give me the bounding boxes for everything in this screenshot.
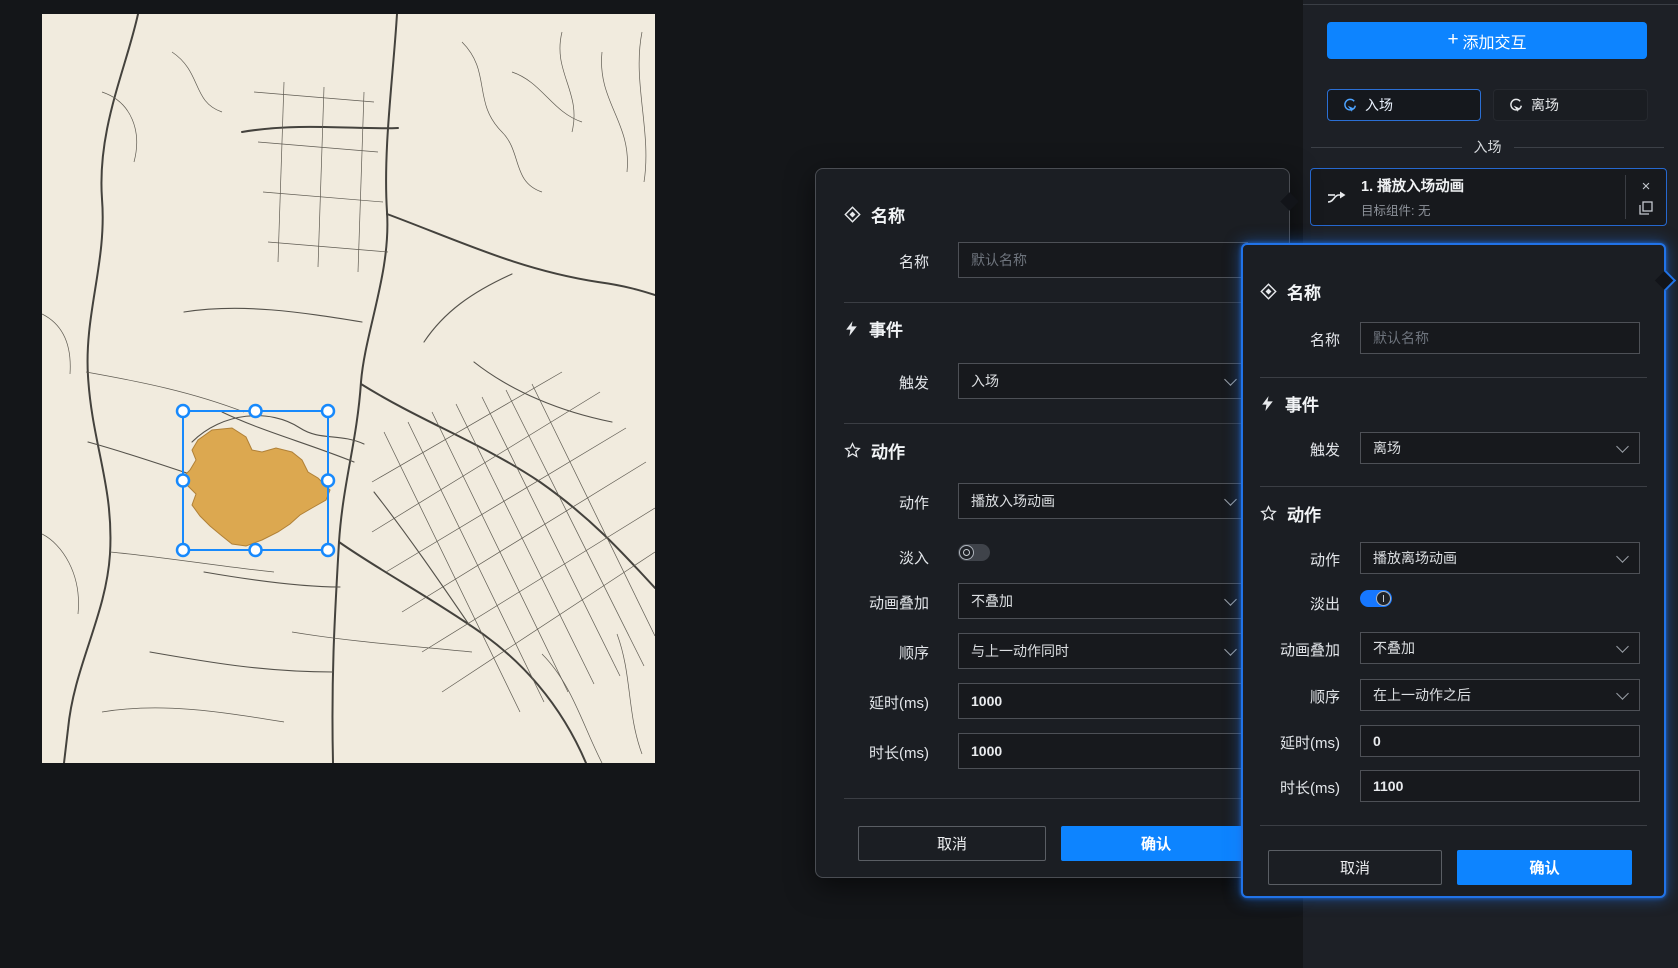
enter-cursor-icon bbox=[1342, 98, 1357, 113]
duration-field-label: 时长(ms) bbox=[1253, 777, 1340, 798]
event-section-icon bbox=[1260, 395, 1275, 412]
enter-interaction-dialog: 名称 名称 事件 触发 入场 动作 动作 播放入场动画 淡入 动画叠加 不叠加 … bbox=[815, 168, 1290, 878]
fade-in-toggle[interactable] bbox=[958, 544, 990, 561]
chevron-down-icon bbox=[1224, 643, 1237, 656]
merge-arrow-icon bbox=[1311, 187, 1361, 207]
add-interaction-button[interactable]: + 添加交互 bbox=[1327, 22, 1647, 59]
chevron-down-icon bbox=[1616, 440, 1629, 453]
toggle-knob bbox=[1376, 591, 1391, 606]
leave-interaction-dialog: 名称 名称 事件 触发 离场 动作 动作 播放离场动画 淡出 动画叠加 不叠加 … bbox=[1241, 243, 1666, 898]
delete-interaction-icon[interactable]: × bbox=[1642, 179, 1651, 194]
action-field-label: 动作 bbox=[844, 492, 929, 513]
divider bbox=[1260, 377, 1647, 378]
delay-input[interactable] bbox=[1360, 725, 1640, 757]
overlay-field-label: 动画叠加 bbox=[1253, 639, 1340, 660]
chevron-down-icon bbox=[1616, 687, 1629, 700]
order-select[interactable]: 与上一动作同时 bbox=[958, 633, 1248, 669]
trigger-field-label: 触发 bbox=[844, 372, 929, 393]
duration-input[interactable] bbox=[958, 733, 1248, 769]
section-name: 名称 bbox=[844, 202, 905, 227]
name-section-icon bbox=[1260, 283, 1277, 300]
divider bbox=[1260, 486, 1647, 487]
divider bbox=[844, 302, 1263, 303]
order-field-label: 顺序 bbox=[1253, 686, 1340, 707]
overlay-select[interactable]: 不叠加 bbox=[958, 583, 1248, 619]
action-select[interactable]: 播放离场动画 bbox=[1360, 542, 1640, 574]
action-select[interactable]: 播放入场动画 bbox=[958, 483, 1248, 519]
delay-field-label: 延时(ms) bbox=[1253, 732, 1340, 753]
overlay-field-label: 动画叠加 bbox=[844, 592, 929, 613]
divider bbox=[844, 798, 1263, 799]
confirm-button[interactable]: 确认 bbox=[1457, 850, 1632, 885]
action-section-icon bbox=[1260, 505, 1277, 522]
fade-out-label: 淡出 bbox=[1253, 593, 1340, 614]
interaction-list-item[interactable]: 1. 播放入场动画 目标组件: 无 × bbox=[1310, 168, 1667, 226]
popover-arrow bbox=[1280, 192, 1298, 210]
fade-out-toggle[interactable] bbox=[1360, 590, 1392, 607]
duration-field-label: 时长(ms) bbox=[844, 742, 929, 763]
divider bbox=[1260, 825, 1647, 826]
cancel-button[interactable]: 取消 bbox=[858, 826, 1046, 861]
enter-section-label: 入场 bbox=[1474, 137, 1502, 157]
tab-enter-label: 入场 bbox=[1365, 95, 1393, 115]
chevron-down-icon bbox=[1224, 373, 1237, 386]
duration-input[interactable] bbox=[1360, 770, 1640, 802]
delay-input[interactable] bbox=[958, 683, 1248, 719]
chevron-down-icon bbox=[1224, 593, 1237, 606]
tab-enter[interactable]: 入场 bbox=[1327, 89, 1481, 121]
section-event: 事件 bbox=[844, 316, 903, 341]
chevron-down-icon bbox=[1616, 640, 1629, 653]
trigger-select[interactable]: 入场 bbox=[958, 363, 1248, 399]
panel-top-divider bbox=[1303, 4, 1678, 5]
order-select[interactable]: 在上一动作之后 bbox=[1360, 679, 1640, 711]
fade-in-label: 淡入 bbox=[844, 547, 929, 568]
chevron-down-icon bbox=[1616, 550, 1629, 563]
section-action: 动作 bbox=[844, 438, 905, 463]
divider bbox=[844, 423, 1263, 424]
enter-section-divider: 入场 bbox=[1311, 139, 1664, 155]
trigger-select[interactable]: 离场 bbox=[1360, 432, 1640, 464]
name-section-icon bbox=[844, 206, 861, 223]
toggle-knob bbox=[959, 545, 974, 560]
interaction-item-target: 目标组件: 无 bbox=[1361, 200, 1625, 219]
name-field-label: 名称 bbox=[844, 251, 929, 272]
cancel-button[interactable]: 取消 bbox=[1268, 850, 1442, 885]
section-action: 动作 bbox=[1260, 501, 1321, 526]
leave-cursor-icon bbox=[1508, 98, 1523, 113]
map-canvas[interactable] bbox=[42, 14, 655, 763]
plus-icon: + bbox=[1447, 30, 1458, 49]
section-event: 事件 bbox=[1260, 391, 1319, 416]
order-field-label: 顺序 bbox=[844, 642, 929, 663]
name-input[interactable] bbox=[958, 242, 1248, 278]
tab-leave-label: 离场 bbox=[1531, 95, 1559, 115]
section-name: 名称 bbox=[1260, 279, 1321, 304]
interaction-item-title: 1. 播放入场动画 bbox=[1361, 175, 1625, 196]
street-map bbox=[42, 14, 655, 763]
overlay-select[interactable]: 不叠加 bbox=[1360, 632, 1640, 664]
trigger-field-label: 触发 bbox=[1253, 439, 1340, 460]
copy-icon[interactable] bbox=[1639, 201, 1653, 215]
tab-leave[interactable]: 离场 bbox=[1493, 89, 1648, 121]
action-field-label: 动作 bbox=[1253, 549, 1340, 570]
delay-field-label: 延时(ms) bbox=[844, 692, 929, 713]
action-section-icon bbox=[844, 442, 861, 459]
add-interaction-label: 添加交互 bbox=[1463, 29, 1527, 53]
chevron-down-icon bbox=[1224, 493, 1237, 506]
name-field-label: 名称 bbox=[1253, 329, 1340, 350]
name-input[interactable] bbox=[1360, 322, 1640, 354]
confirm-button[interactable]: 确认 bbox=[1061, 826, 1251, 861]
event-section-icon bbox=[844, 320, 859, 337]
